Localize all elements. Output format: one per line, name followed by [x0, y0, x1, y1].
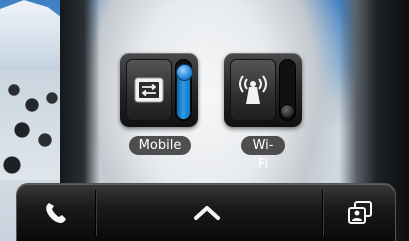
switch-view-icon	[347, 201, 372, 224]
wifi-label: Wi-Fi	[241, 136, 285, 172]
launcher-dock	[16, 183, 396, 241]
phone-button[interactable]	[17, 184, 95, 241]
mobile-data-toggle-knob	[176, 64, 193, 81]
wifi-widget[interactable]	[224, 53, 302, 127]
chevron-up-icon	[194, 206, 220, 220]
phone-icon	[46, 203, 66, 223]
wifi-icon-box	[230, 59, 276, 121]
mobile-data-toggle[interactable]	[175, 59, 193, 121]
home-screen: Mobile Wi-Fi	[0, 0, 409, 241]
mobile-data-toggle-fill	[176, 64, 193, 119]
mobile-data-icon	[134, 77, 164, 103]
wifi-toggle-knob	[280, 104, 295, 119]
all-apps-button[interactable]	[167, 184, 247, 241]
mobile-data-widget[interactable]	[120, 53, 198, 127]
mobile-data-label: Mobile	[129, 136, 191, 155]
wifi-antenna-icon	[239, 75, 267, 104]
wifi-toggle[interactable]	[279, 59, 296, 121]
dock-divider	[95, 190, 96, 236]
switch-view-button[interactable]	[322, 184, 397, 241]
mobile-data-icon-box	[126, 59, 172, 121]
